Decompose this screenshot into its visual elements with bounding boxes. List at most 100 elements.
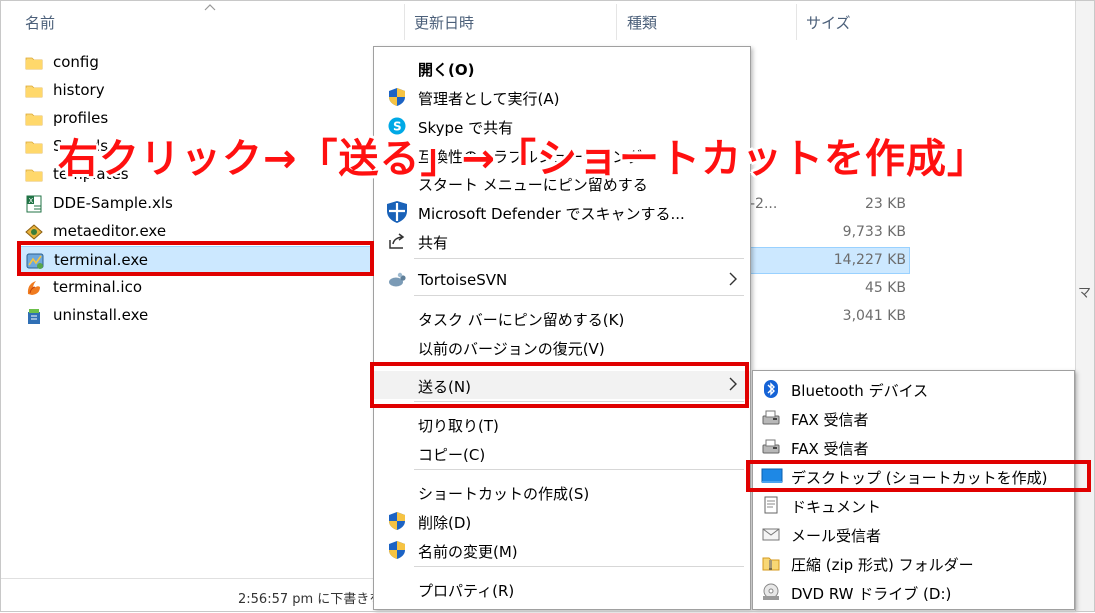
file-name: config xyxy=(53,53,99,71)
column-separator[interactable] xyxy=(796,4,797,40)
column-date[interactable]: 更新日時 xyxy=(414,12,474,33)
folder-icon xyxy=(24,53,44,73)
dvd-drive-icon xyxy=(761,582,781,602)
menu-item-label: Microsoft Defender でスキャンする... xyxy=(418,205,685,223)
instruction-annotation: 右クリック→「送る」→「ショートカットを作成」 xyxy=(58,136,989,182)
file-row[interactable]: uninstall.exe xyxy=(18,302,373,330)
send-to-item[interactable]: メール受信者 xyxy=(753,520,1074,548)
send-to-item-label: 圧縮 (zip 形式) フォルダー xyxy=(791,556,974,574)
highlight-send-to xyxy=(370,362,749,408)
menu-item-label: 開く(O) xyxy=(418,61,475,79)
menu-item-label: コピー(C) xyxy=(418,446,486,464)
menu-separator xyxy=(414,469,744,470)
send-to-item-label: Bluetooth デバイス xyxy=(791,382,929,400)
menu-item-label: ショートカットの作成(S) xyxy=(418,485,590,503)
context-menu-item[interactable]: 名前の変更(M) xyxy=(374,536,750,564)
send-to-item[interactable]: FAX 受信者 xyxy=(753,404,1074,432)
context-menu-item[interactable]: 削除(D) xyxy=(374,507,750,535)
context-menu-item[interactable]: Microsoft Defender でスキャンする... xyxy=(374,198,750,226)
menu-item-label: 管理者として実行(A) xyxy=(418,90,560,108)
documents-icon xyxy=(761,495,781,515)
file-name: history xyxy=(53,81,105,99)
zip-folder-icon xyxy=(761,553,781,573)
file-size: 9,733 KB xyxy=(842,224,906,240)
adjacent-window-edge: マ xyxy=(1075,0,1095,612)
menu-separator xyxy=(414,295,744,296)
modified-date-fragment: -2... xyxy=(750,196,778,212)
status-bar: 2:56:57 pm に下書きを保存 xyxy=(0,578,373,613)
send-to-item-label: FAX 受信者 xyxy=(791,411,869,429)
folder-icon xyxy=(24,137,44,157)
file-size: 3,041 KB xyxy=(842,308,906,324)
menu-item-label: タスク バーにピン留めする(K) xyxy=(418,311,625,329)
context-menu-item[interactable]: 管理者として実行(A) xyxy=(374,83,750,111)
file-name: uninstall.exe xyxy=(53,306,149,324)
send-to-item-label: DVD RW ドライブ (D:) xyxy=(791,585,952,603)
mail-icon xyxy=(761,524,781,544)
context-menu-item[interactable]: プロパティ(R) xyxy=(374,575,750,603)
excel-icon: X xyxy=(24,194,44,214)
send-to-item-label: FAX 受信者 xyxy=(791,440,869,458)
file-size: 45 KB xyxy=(864,280,906,296)
column-size[interactable]: サイズ xyxy=(806,12,851,33)
fax-icon xyxy=(761,437,781,457)
file-size: 23 KB xyxy=(864,196,906,212)
highlight-terminal-exe xyxy=(17,241,374,276)
menu-item-label: プロパティ(R) xyxy=(418,582,515,600)
menu-item-label: 共有 xyxy=(418,234,449,252)
svg-text:X: X xyxy=(29,197,34,205)
send-to-item-label: ドキュメント xyxy=(791,498,882,516)
context-menu-item[interactable]: 切り取り(T) xyxy=(374,410,750,438)
column-separator[interactable] xyxy=(616,4,617,40)
file-size: 14,227 KB xyxy=(833,252,906,268)
adjacent-window-text: マ xyxy=(1078,286,1092,301)
file-row[interactable]: config xyxy=(18,49,373,77)
context-menu-item[interactable]: 以前のバージョンの復元(V) xyxy=(374,333,750,361)
context-menu-item[interactable]: コピー(C) xyxy=(374,439,750,467)
bluetooth-icon xyxy=(761,379,781,399)
file-name: terminal.ico xyxy=(53,278,143,296)
column-name[interactable]: 名前 xyxy=(25,12,55,33)
uac-shield-icon xyxy=(387,511,407,531)
fax-icon xyxy=(761,408,781,428)
highlight-desktop-shortcut xyxy=(746,460,1091,492)
uac-shield-icon xyxy=(387,87,407,107)
uac-shield-icon xyxy=(387,540,407,560)
column-type[interactable]: 種類 xyxy=(627,12,657,33)
context-menu-item[interactable]: ショートカットの作成(S) xyxy=(374,478,750,506)
send-to-item[interactable]: Bluetooth デバイス xyxy=(753,375,1074,403)
file-name: DDE-Sample.xls xyxy=(53,194,173,212)
context-menu-item[interactable]: TortoiseSVN xyxy=(374,266,750,294)
context-menu-item[interactable]: 開く(O) xyxy=(374,54,750,82)
file-row[interactable]: X DDE-Sample.xls xyxy=(18,190,373,218)
menu-item-label: 以前のバージョンの復元(V) xyxy=(418,340,605,358)
send-to-item[interactable]: 圧縮 (zip 形式) フォルダー xyxy=(753,549,1074,577)
exe-uninstall-icon xyxy=(24,306,44,326)
menu-separator xyxy=(414,258,744,259)
folder-icon xyxy=(24,81,44,101)
send-to-item[interactable]: DVD RW ドライブ (D:) xyxy=(753,578,1074,606)
defender-icon xyxy=(387,201,407,223)
ico-icon xyxy=(24,278,44,298)
tortoise-icon xyxy=(387,270,407,290)
send-to-item-label: メール受信者 xyxy=(791,527,882,545)
menu-item-label: 削除(D) xyxy=(418,514,472,532)
send-to-item[interactable]: FAX 受信者 xyxy=(753,433,1074,461)
sort-ascending-icon xyxy=(204,4,216,11)
explorer-window: 名前 更新日時 種類 サイズ config history profiles Soun… xyxy=(0,0,1095,613)
file-row[interactable]: history xyxy=(18,77,373,105)
column-separator[interactable] xyxy=(404,4,405,40)
file-name: metaeditor.exe xyxy=(53,222,167,240)
file-name: profiles xyxy=(53,109,109,127)
menu-item-label: 名前の変更(M) xyxy=(418,543,518,561)
context-menu-item[interactable]: 共有 xyxy=(374,227,750,255)
status-text: 2:56:57 pm に下書きを保存 xyxy=(238,592,373,607)
context-menu-item[interactable]: タスク バーにピン留めする(K) xyxy=(374,304,750,332)
exe-meta-icon xyxy=(24,222,44,242)
send-to-item[interactable]: ドキュメント xyxy=(753,491,1074,519)
menu-item-label: 切り取り(T) xyxy=(418,417,499,435)
file-row[interactable]: terminal.ico xyxy=(18,274,373,302)
menu-separator xyxy=(414,566,744,567)
folder-icon xyxy=(24,165,44,185)
folder-icon xyxy=(24,109,44,129)
